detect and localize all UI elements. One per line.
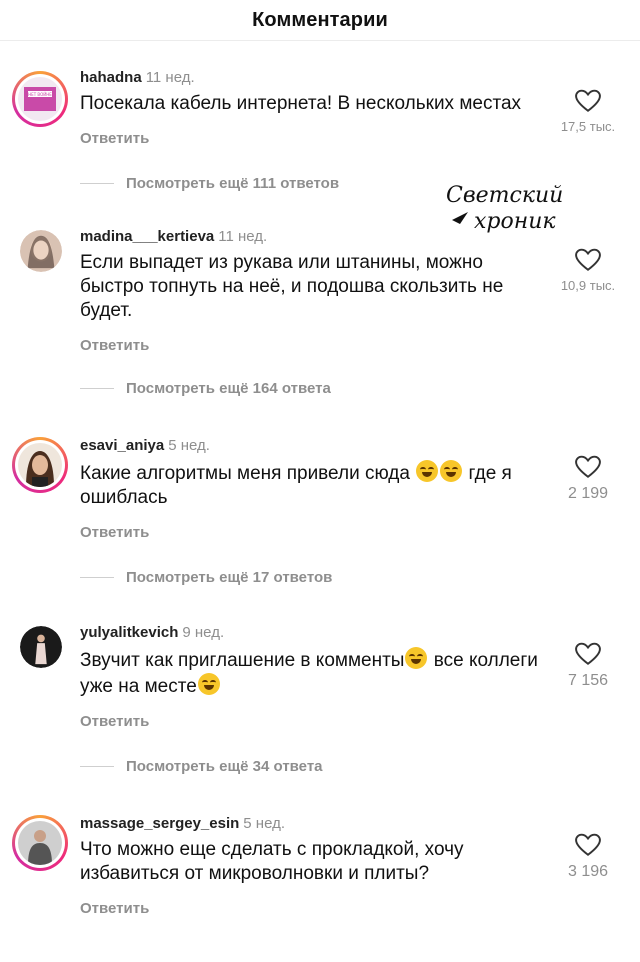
comment-text: Посекала кабель интернета! В нескольких …: [80, 93, 522, 114]
like-section: 3 196: [548, 833, 628, 881]
comment-text: Если выпадет из рукава или штанины, можн…: [80, 252, 504, 321]
comment-item: esavi_aniya 5 нед. Какие алгоритмы меня п…: [0, 437, 640, 541]
reply-button[interactable]: Ответить: [80, 130, 544, 147]
divider: [80, 766, 114, 767]
comment-item: massage_sergey_esin 5 нед. Что можно еще …: [0, 815, 640, 917]
username[interactable]: hahadna: [80, 69, 142, 86]
rolling-laughing-emoji-icon: [416, 460, 439, 482]
svg-text:НЕТ ВОЙНЕ: НЕТ ВОЙНЕ: [28, 92, 52, 97]
avatar[interactable]: [20, 626, 62, 668]
comment-age: 5 нед.: [168, 437, 210, 454]
heart-outline-icon[interactable]: [575, 833, 601, 857]
avatar[interactable]: [20, 230, 62, 272]
comment-item: madina___kertieva 11 нед. Если выпадет из…: [0, 228, 640, 354]
comment-item: НЕТ ВОЙНЕ hahadna 11 нед. Посекала кабель…: [0, 69, 640, 147]
heart-outline-icon[interactable]: [575, 455, 601, 479]
comment-text: Звучит как приглашение в комменты все ко…: [80, 647, 544, 699]
view-replies-label[interactable]: Посмотреть ещё 34 ответа: [126, 758, 323, 775]
divider: [80, 388, 114, 389]
like-section: 7 156: [548, 642, 628, 690]
view-replies[interactable]: Посмотреть ещё 164 ответа: [0, 380, 640, 397]
avatar[interactable]: [12, 437, 68, 493]
comment-age: 11 нед.: [145, 69, 195, 86]
like-count: 17,5 тыс.: [560, 119, 616, 134]
heart-outline-icon[interactable]: [575, 642, 601, 666]
page-title: Комментарии: [252, 8, 388, 31]
divider: [80, 577, 114, 578]
telegram-icon: [452, 212, 468, 224]
like-section: 2 199: [548, 455, 628, 503]
reply-button[interactable]: Ответить: [80, 524, 544, 541]
username[interactable]: yulyalitkevich: [80, 624, 178, 641]
reply-button[interactable]: Ответить: [80, 337, 544, 354]
rolling-laughing-emoji-icon: [197, 673, 220, 695]
reply-button[interactable]: Ответить: [80, 900, 544, 917]
view-replies-label[interactable]: Посмотреть ещё 111 ответов: [126, 175, 339, 192]
like-section: 10,9 тыс.: [548, 248, 628, 293]
comment-text: Какие алгоритмы меня привели сюда где я …: [80, 460, 544, 510]
comment-age: 11 нед.: [218, 228, 268, 245]
heart-outline-icon[interactable]: [575, 89, 601, 113]
avatar-image: [18, 821, 62, 865]
comment-text-part: Какие алгоритмы меня привели сюда: [80, 463, 410, 484]
header: Комментарии: [0, 0, 640, 41]
view-replies-label[interactable]: Посмотреть ещё 164 ответа: [126, 380, 331, 397]
comment-item: yulyalitkevich 9 нед. Звучит как приглаше…: [0, 624, 640, 730]
like-count: 7 156: [567, 672, 609, 689]
view-replies[interactable]: Посмотреть ещё 17 ответов: [0, 569, 640, 586]
avatar-image: [18, 443, 62, 487]
comment-age: 5 нед.: [243, 815, 286, 832]
avatar-image: НЕТ ВОЙНЕ: [18, 77, 62, 121]
username[interactable]: massage_sergey_esin: [80, 815, 239, 832]
username[interactable]: madina___kertieva: [80, 228, 214, 245]
view-replies[interactable]: Посмотреть ещё 34 ответа: [0, 758, 640, 775]
like-count: 3 196: [567, 863, 609, 880]
username[interactable]: esavi_aniya: [80, 437, 164, 454]
divider: [80, 183, 114, 184]
avatar[interactable]: [12, 815, 68, 871]
avatar[interactable]: НЕТ ВОЙНЕ: [12, 71, 68, 127]
comment-age: 9 нед.: [182, 624, 225, 641]
reply-button[interactable]: Ответить: [80, 713, 544, 730]
like-count: 10,9 тыс.: [560, 278, 616, 293]
comment-text-part: Звучит как приглашение в комменты: [80, 650, 405, 671]
rolling-laughing-emoji-icon: [440, 460, 463, 482]
heart-outline-icon[interactable]: [575, 248, 601, 272]
like-count: 2 199: [567, 485, 609, 502]
comment-text: Что можно еще сделать с прокладкой, хочу…: [80, 839, 464, 884]
view-replies-label[interactable]: Посмотреть ещё 17 ответов: [126, 569, 332, 586]
like-section: 17,5 тыс.: [548, 89, 628, 134]
rolling-laughing-emoji-icon: [405, 647, 428, 669]
watermark-line1: Светский: [446, 183, 563, 208]
